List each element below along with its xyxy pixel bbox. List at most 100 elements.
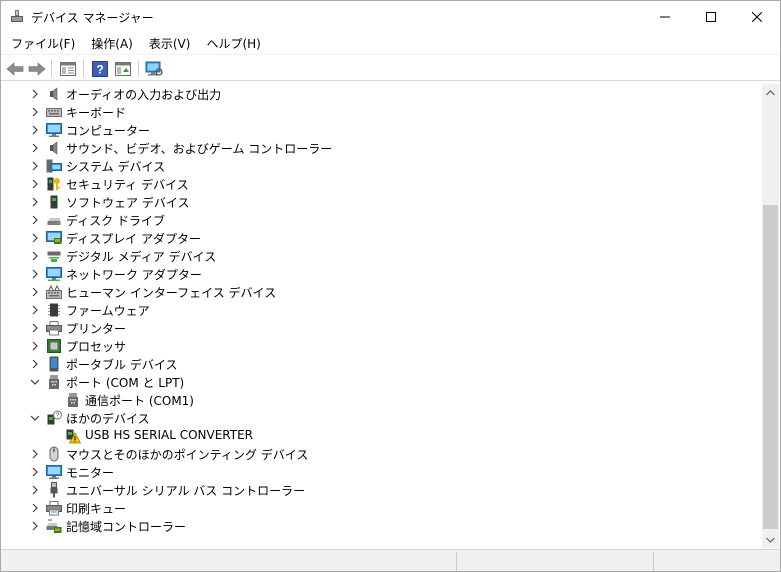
- window-title: デバイス マネージャー: [31, 11, 154, 25]
- chevron-right-icon[interactable]: [29, 358, 41, 370]
- status-bar: [1, 549, 780, 571]
- chevron-right-icon[interactable]: [29, 268, 41, 280]
- chevron-right-icon[interactable]: [29, 88, 41, 100]
- tree-item-usb-hs-serial-converter[interactable]: USB HS SERIAL CONVERTER: [2, 427, 762, 445]
- tree-item-label: プロセッサ: [66, 340, 127, 354]
- menu-help[interactable]: ヘルプ(H): [196, 32, 266, 53]
- chevron-right-icon[interactable]: [29, 520, 41, 532]
- device-manager-app-icon: [11, 10, 23, 22]
- tree-item-monitors[interactable]: モニター: [2, 463, 762, 481]
- audio-io-icon: [50, 87, 58, 101]
- chevron-right-icon[interactable]: [29, 484, 41, 496]
- device-tree[interactable]: オーディオの入力および出力 キーボード コンピューター サウンド、ビデオ、および…: [2, 85, 762, 545]
- chevron-right-icon[interactable]: [29, 286, 41, 298]
- back-icon: [6, 62, 24, 76]
- network-adapter-icon: [46, 267, 62, 281]
- chevron-right-icon[interactable]: [29, 196, 41, 208]
- scroll-down-icon: [766, 537, 775, 543]
- minimize-button[interactable]: [642, 1, 688, 32]
- chevron-right-icon[interactable]: [29, 502, 41, 514]
- chevron-right-icon[interactable]: [29, 466, 41, 478]
- tree-item-digital-media[interactable]: デジタル メディア デバイス: [2, 247, 762, 265]
- vertical-scrollbar[interactable]: [762, 84, 779, 548]
- chevron-right-icon[interactable]: [29, 142, 41, 154]
- properties-icon: [60, 62, 76, 76]
- disk-drive-icon: [47, 218, 61, 225]
- scroll-down-button[interactable]: [762, 531, 779, 548]
- chevron-down-icon[interactable]: [29, 412, 41, 424]
- firmware-icon: [48, 303, 60, 317]
- portable-device-icon: [49, 356, 59, 372]
- forward-button[interactable]: [27, 59, 47, 79]
- chevron-right-icon[interactable]: [29, 232, 41, 244]
- help-button[interactable]: ?: [90, 59, 110, 79]
- tree-item-printers[interactable]: プリンター: [2, 319, 762, 337]
- device-manager-window: デバイス マネージャー ファイル(F) 操作(A) 表示(V) ヘルプ(H) ?…: [0, 0, 781, 572]
- svg-text:?: ?: [56, 413, 60, 420]
- chevron-right-icon[interactable]: [29, 106, 41, 118]
- tree-item-other-devices[interactable]: ? ほかのデバイス: [2, 409, 762, 427]
- tree-item-portable-devices[interactable]: ポータブル デバイス: [2, 355, 762, 373]
- properties-button[interactable]: [58, 59, 78, 79]
- tree-item-software-devices[interactable]: ソフトウェア デバイス: [2, 193, 762, 211]
- chevron-down-icon[interactable]: [29, 376, 41, 388]
- menu-action[interactable]: 操作(A): [81, 32, 139, 53]
- maximize-button[interactable]: [688, 1, 734, 32]
- chevron-right-icon[interactable]: [29, 178, 41, 190]
- tree-item-label: ネットワーク アダプター: [66, 268, 202, 282]
- tree-item-system-devices[interactable]: システム デバイス: [2, 157, 762, 175]
- status-pane-divider: [653, 552, 654, 571]
- keyboard-icon: [46, 108, 62, 117]
- tree-item-keyboard[interactable]: キーボード: [2, 103, 762, 121]
- scan-hardware-button[interactable]: [144, 59, 164, 79]
- chevron-right-icon[interactable]: [29, 124, 41, 136]
- tree-item-audio-io[interactable]: オーディオの入力および出力: [2, 85, 762, 103]
- update-driver-button[interactable]: [113, 59, 133, 79]
- back-button[interactable]: [5, 59, 25, 79]
- tree-item-mice[interactable]: マウスとそのほかのポインティング デバイス: [2, 445, 762, 463]
- menu-view[interactable]: 表示(V): [139, 32, 197, 53]
- tree-item-processors[interactable]: プロセッサ: [2, 337, 762, 355]
- computer-icon: [46, 123, 62, 137]
- tree-item-computer[interactable]: コンピューター: [2, 121, 762, 139]
- tree-item-ports[interactable]: ポート (COM と LPT): [2, 373, 762, 391]
- chevron-right-icon[interactable]: [29, 322, 41, 334]
- chevron-right-icon[interactable]: [29, 340, 41, 352]
- chevron-right-icon[interactable]: [29, 304, 41, 316]
- tree-item-label: ポート (COM と LPT): [66, 376, 185, 390]
- tree-item-label: サウンド、ビデオ、およびゲーム コントローラー: [66, 142, 333, 156]
- chevron-right-icon[interactable]: [29, 250, 41, 262]
- tree-item-usb-controllers[interactable]: ユニバーサル シリアル バス コントローラー: [2, 481, 762, 499]
- scroll-thumb[interactable]: [763, 205, 778, 529]
- tree-item-hid[interactable]: ヒューマン インターフェイス デバイス: [2, 283, 762, 301]
- tree-item-com1[interactable]: 通信ポート (COM1): [2, 391, 762, 409]
- tree-item-label: マウスとそのほかのポインティング デバイス: [66, 448, 309, 462]
- title-bar[interactable]: デバイス マネージャー: [1, 1, 780, 32]
- scroll-up-button[interactable]: [762, 84, 779, 101]
- tree-item-security-devices[interactable]: セキュリティ デバイス: [2, 175, 762, 193]
- scan-hardware-icon: [145, 61, 163, 76]
- close-button[interactable]: [734, 1, 780, 32]
- digital-media-icon: [47, 251, 61, 262]
- software-device-icon: [50, 195, 58, 209]
- tree-item-label: ほかのデバイス: [66, 412, 150, 426]
- system-device-icon: [46, 159, 62, 173]
- usb-icon: [50, 482, 58, 498]
- tree-item-label: コンピューター: [66, 124, 151, 138]
- tree-item-display-adapters[interactable]: ディスプレイ アダプター: [2, 229, 762, 247]
- hid-icon: [46, 284, 62, 299]
- tree-item-sound-video-game[interactable]: サウンド、ビデオ、およびゲーム コントローラー: [2, 139, 762, 157]
- chevron-right-icon[interactable]: [29, 160, 41, 172]
- chevron-right-icon[interactable]: [29, 448, 41, 460]
- tree-item-network-adapters[interactable]: ネットワーク アダプター: [2, 265, 762, 283]
- tree-item-label: ユニバーサル シリアル バス コントローラー: [66, 484, 306, 498]
- toolbar-separator: [51, 60, 52, 77]
- chevron-right-icon[interactable]: [29, 214, 41, 226]
- tree-item-print-queues[interactable]: 印刷キュー: [2, 499, 762, 517]
- tree-item-disk-drives[interactable]: ディスク ドライブ: [2, 211, 762, 229]
- tree-item-label: ファームウェア: [66, 304, 150, 318]
- tree-item-firmware[interactable]: ファームウェア: [2, 301, 762, 319]
- tree-item-label: USB HS SERIAL CONVERTER: [85, 428, 253, 442]
- tree-item-storage-controllers[interactable]: 記憶域コントローラー: [2, 517, 762, 535]
- menu-file[interactable]: ファイル(F): [1, 32, 81, 53]
